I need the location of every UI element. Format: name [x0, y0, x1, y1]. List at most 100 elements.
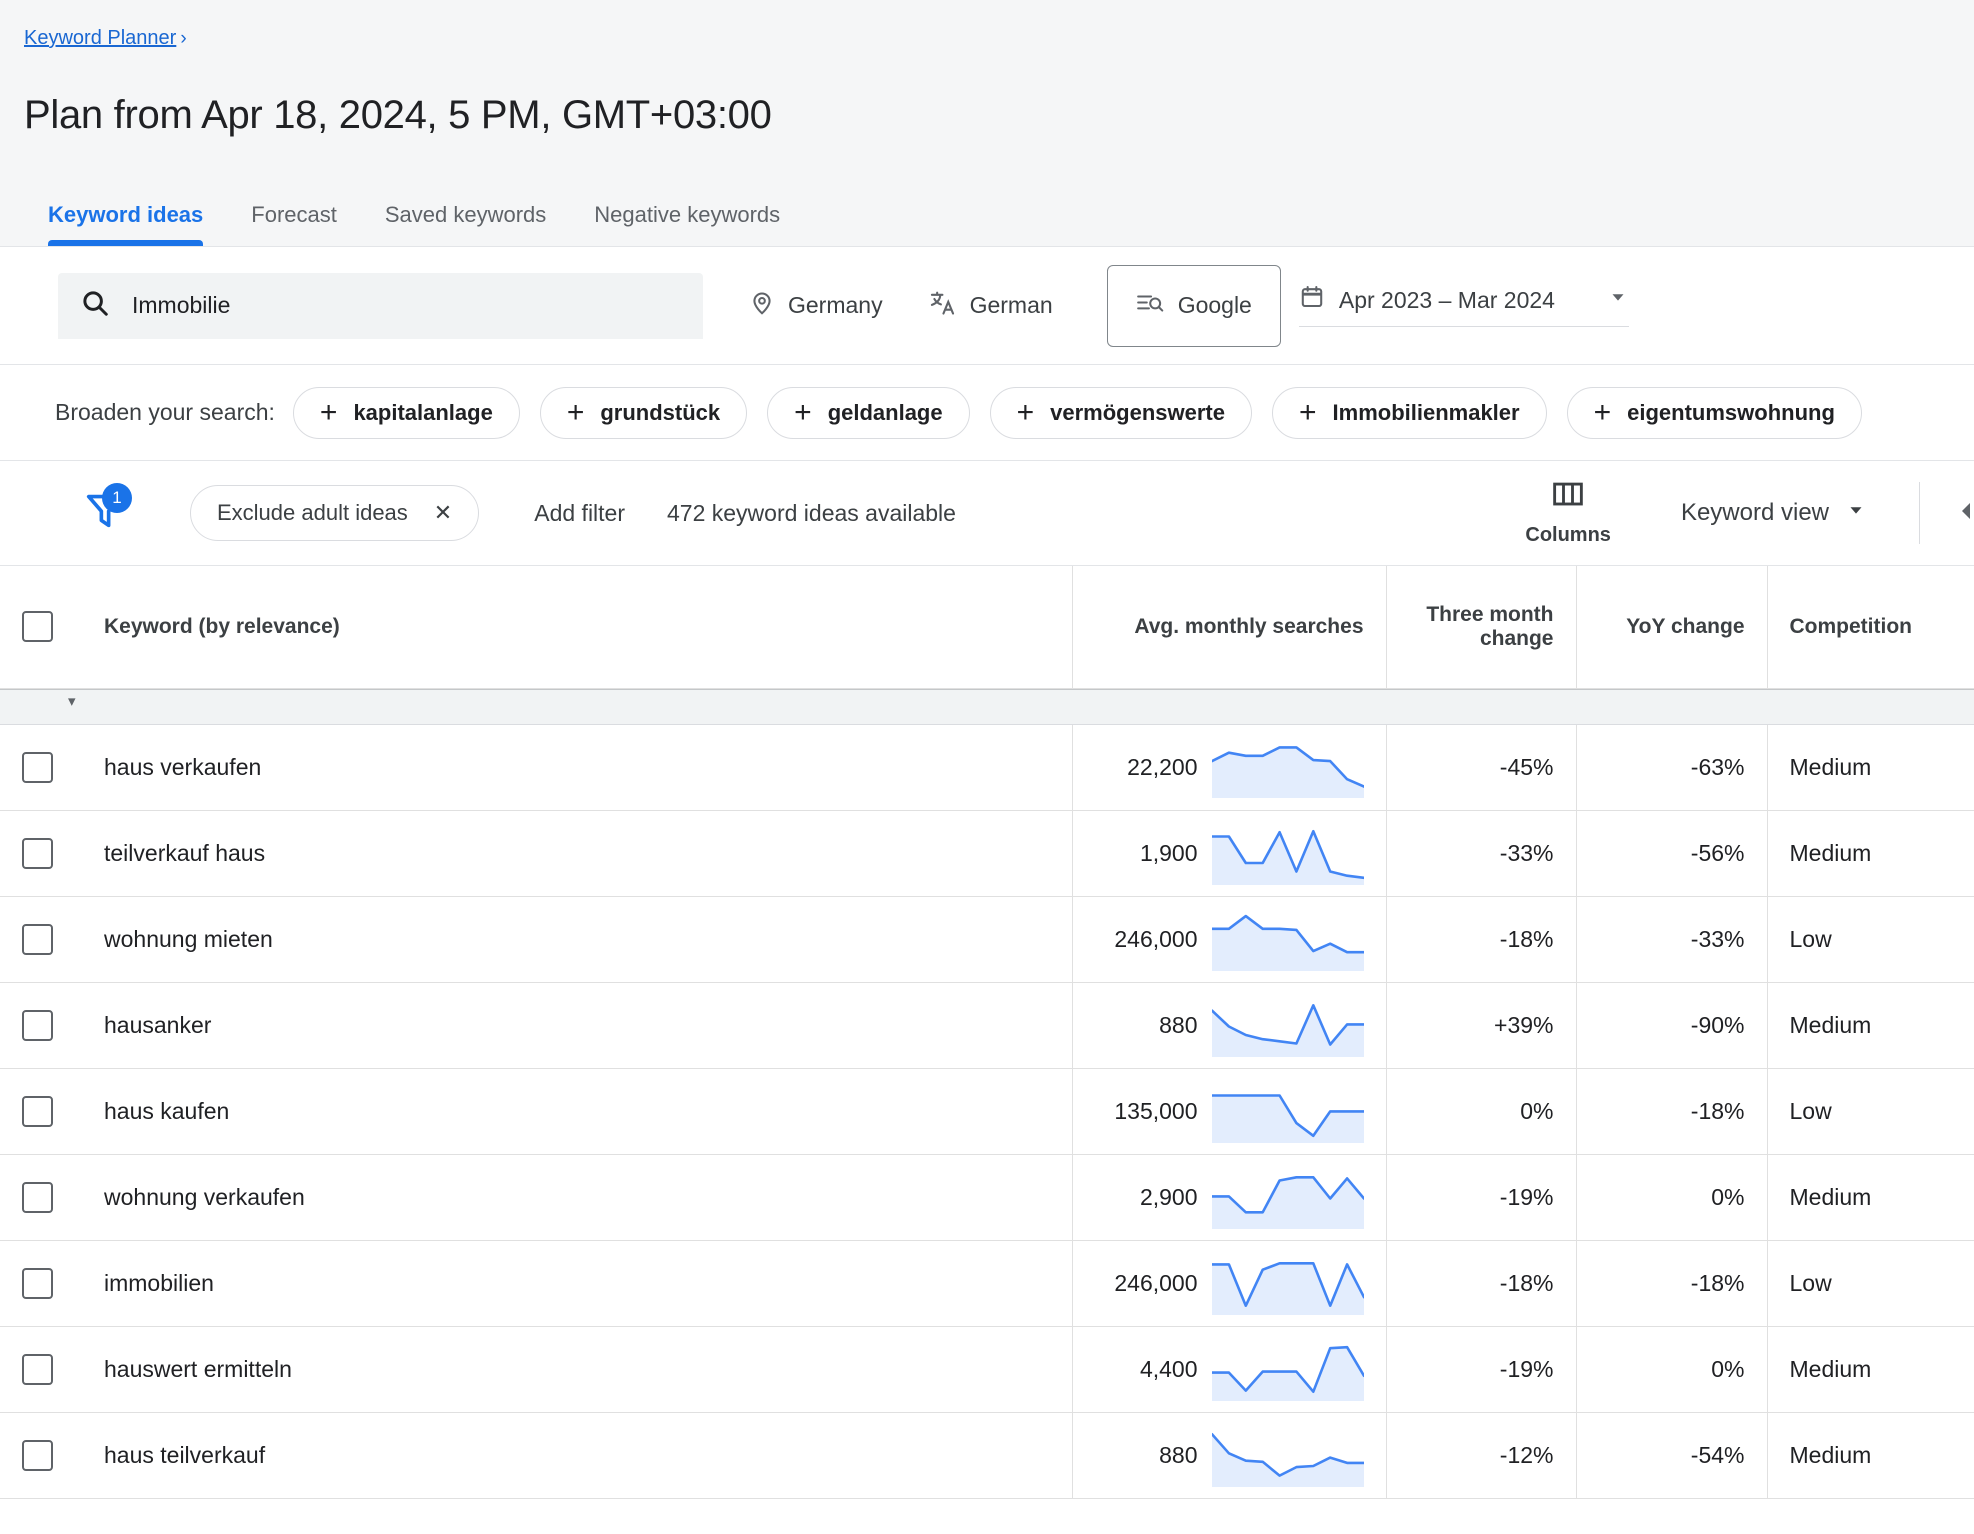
view-label: Keyword view	[1681, 499, 1829, 527]
cell-yoy-change: -18%	[1576, 1241, 1767, 1327]
avg-monthly-searches-value: 2,900	[1140, 1184, 1198, 1211]
cell-competition: Low	[1767, 1241, 1974, 1327]
cell-competition: Medium	[1767, 1155, 1974, 1241]
tab-bar: Keyword ideas Forecast Saved keywords Ne…	[0, 158, 804, 246]
row-checkbox[interactable]	[22, 924, 53, 955]
row-checkbox[interactable]	[22, 1182, 53, 1213]
plus-icon: +	[320, 398, 338, 428]
row-checkbox[interactable]	[22, 1268, 53, 1299]
chip-label: geldanlage	[828, 400, 943, 426]
columns-button[interactable]: Columns	[1501, 480, 1635, 547]
cell-keyword: haus verkaufen	[82, 725, 1072, 811]
row-checkbox[interactable]	[22, 1010, 53, 1041]
table-row[interactable]: haus verkaufen22,200-45%-63%Medium	[0, 725, 1974, 811]
broaden-chip-grundstueck[interactable]: + grundstück	[540, 387, 747, 439]
location-selector[interactable]: Germany	[749, 290, 883, 322]
columns-icon	[1551, 480, 1585, 516]
cell-competition: Medium	[1767, 725, 1974, 811]
cell-avg-monthly-searches: 1,900	[1072, 811, 1386, 897]
calendar-icon	[1299, 284, 1325, 316]
broaden-chip-eigentumswohnung[interactable]: + eigentumswohnung	[1567, 387, 1862, 439]
network-selector[interactable]: Google	[1107, 265, 1281, 347]
chevron-right-icon: ›	[180, 27, 186, 51]
table-row[interactable]: hausanker880+39%-90%Medium	[0, 983, 1974, 1069]
cell-yoy-change: 0%	[1576, 1327, 1767, 1413]
broaden-chip-kapitalanlage[interactable]: + kapitalanlage	[293, 387, 520, 439]
tab-saved-keywords[interactable]: Saved keywords	[361, 202, 570, 246]
cell-three-month-change: -19%	[1386, 1155, 1576, 1241]
search-input[interactable]: Immobilie	[58, 273, 703, 339]
tab-forecast[interactable]: Forecast	[227, 202, 361, 246]
close-icon[interactable]: ✕	[434, 500, 452, 526]
row-checkbox[interactable]	[22, 1096, 53, 1127]
cell-keyword: teilverkauf haus	[82, 811, 1072, 897]
cell-competition: Medium	[1767, 983, 1974, 1069]
column-header-keyword[interactable]: Keyword (by relevance)	[82, 566, 1072, 688]
broaden-chip-geldanlage[interactable]: + geldanlage	[767, 387, 969, 439]
broaden-chip-vermoegenswerte[interactable]: + vermögenswerte	[990, 387, 1252, 439]
plus-icon: +	[794, 398, 812, 428]
table-scroll-strip[interactable]: ▾	[0, 689, 1974, 725]
select-all-checkbox[interactable]	[22, 611, 53, 642]
row-select-cell	[0, 1155, 82, 1241]
column-header-competition[interactable]: Competition	[1767, 566, 1974, 688]
row-select-cell	[0, 811, 82, 897]
row-checkbox[interactable]	[22, 1440, 53, 1471]
table-row[interactable]: wohnung mieten246,000-18%-33%Low	[0, 897, 1974, 983]
network-label: Google	[1178, 292, 1252, 319]
chevron-down-icon	[1845, 499, 1867, 528]
table-row[interactable]: teilverkauf haus1,900-33%-56%Medium	[0, 811, 1974, 897]
table-row[interactable]: haus teilverkauf880-12%-54%Medium	[0, 1413, 1974, 1499]
chip-label: eigentumswohnung	[1627, 400, 1835, 426]
broaden-chip-immobilienmakler[interactable]: + Immobilienmakler	[1272, 387, 1547, 439]
view-selector[interactable]: Keyword view	[1681, 499, 1867, 528]
sparkline-chart	[1212, 909, 1364, 971]
row-checkbox[interactable]	[22, 838, 53, 869]
language-label: German	[970, 292, 1053, 319]
avg-monthly-searches-value: 22,200	[1127, 754, 1197, 781]
location-label: Germany	[788, 292, 883, 319]
toolbar-right-group: Columns Keyword view	[1501, 461, 1974, 565]
plus-icon: +	[1594, 398, 1612, 428]
add-filter-button[interactable]: Add filter	[534, 500, 625, 527]
active-filter-label: Exclude adult ideas	[217, 500, 408, 526]
plus-icon: +	[567, 398, 585, 428]
cell-competition: Medium	[1767, 1327, 1974, 1413]
tab-keyword-ideas[interactable]: Keyword ideas	[24, 202, 227, 246]
keyword-ideas-table-body: haus verkaufen22,200-45%-63%Mediumteilve…	[0, 725, 1974, 1500]
columns-label: Columns	[1525, 524, 1611, 547]
avg-monthly-searches-value: 880	[1159, 1442, 1197, 1469]
row-checkbox[interactable]	[22, 752, 53, 783]
tab-label: Saved keywords	[385, 202, 546, 227]
toolbar-divider	[1919, 482, 1920, 544]
cell-yoy-change: -33%	[1576, 897, 1767, 983]
search-input-value: Immobilie	[132, 292, 230, 319]
cell-three-month-change: -18%	[1386, 1241, 1576, 1327]
broaden-search-label: Broaden your search:	[55, 399, 275, 426]
active-filter-chip-exclude-adult-ideas[interactable]: Exclude adult ideas ✕	[190, 485, 479, 541]
filter-button[interactable]: 1	[82, 487, 134, 539]
language-selector[interactable]: German	[929, 289, 1053, 323]
tab-negative-keywords[interactable]: Negative keywords	[570, 202, 804, 246]
table-row[interactable]: hauswert ermitteln4,400-19%0%Medium	[0, 1327, 1974, 1413]
chip-label: kapitalanlage	[353, 400, 492, 426]
cell-yoy-change: 0%	[1576, 1155, 1767, 1241]
table-header-row: Keyword (by relevance) Avg. monthly sear…	[0, 566, 1974, 688]
date-range-selector[interactable]: Apr 2023 – Mar 2024	[1299, 284, 1629, 327]
page-title: Plan from Apr 18, 2024, 5 PM, GMT+03:00	[0, 51, 1974, 139]
breadcrumb-link-keyword-planner[interactable]: Keyword Planner	[24, 27, 176, 49]
row-checkbox[interactable]	[22, 1354, 53, 1385]
sparkline-chart	[1212, 1425, 1364, 1487]
table-row[interactable]: wohnung verkaufen2,900-19%0%Medium	[0, 1155, 1974, 1241]
column-header-avg-monthly-searches[interactable]: Avg. monthly searches	[1072, 566, 1386, 688]
table-row[interactable]: haus kaufen135,0000%-18%Low	[0, 1069, 1974, 1155]
date-range-label: Apr 2023 – Mar 2024	[1339, 287, 1555, 314]
table-row[interactable]: immobilien246,000-18%-18%Low	[0, 1241, 1974, 1327]
plus-icon: +	[1299, 398, 1317, 428]
search-row: Immobilie Germany German	[0, 247, 1974, 365]
column-header-three-month-change[interactable]: Three month change	[1386, 566, 1576, 688]
cell-yoy-change: -18%	[1576, 1069, 1767, 1155]
previous-page-button[interactable]	[1950, 497, 1974, 530]
chevron-down-icon	[1607, 286, 1629, 314]
column-header-yoy-change[interactable]: YoY change	[1576, 566, 1767, 688]
